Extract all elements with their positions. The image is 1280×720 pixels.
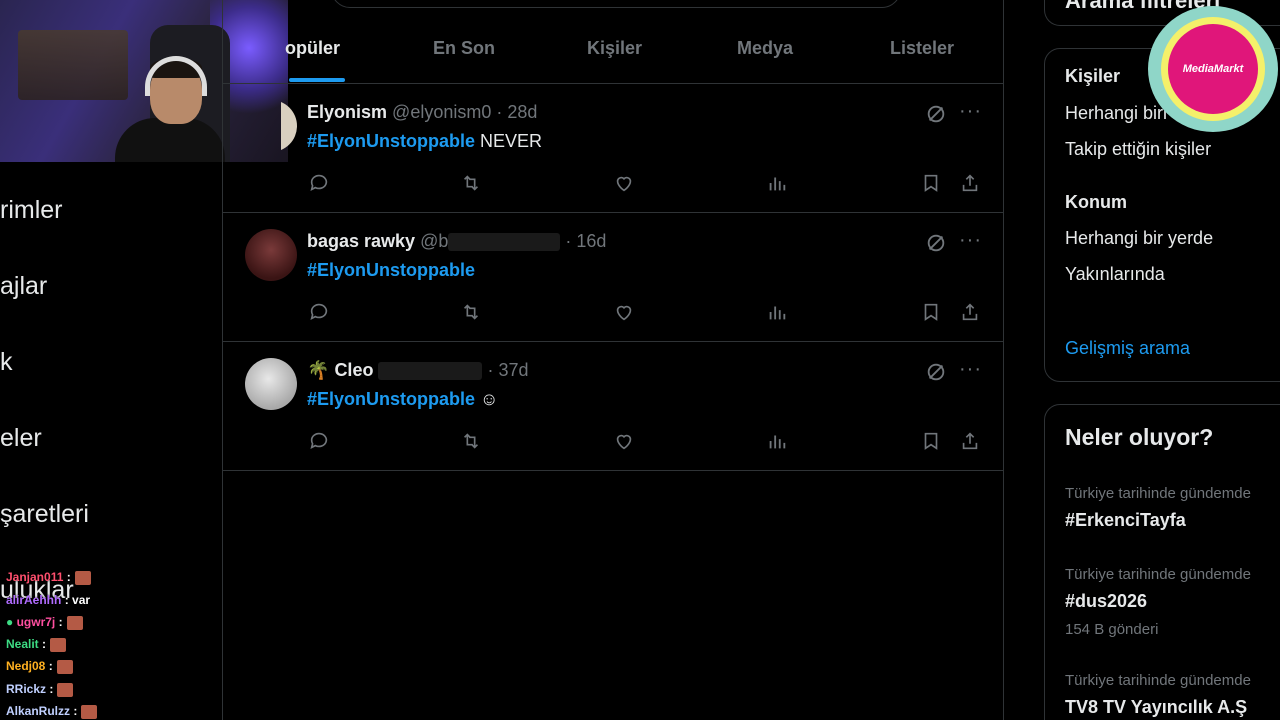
tweet-text: #ElyonUnstoppable xyxy=(307,260,475,281)
tab-medya[interactable]: Medya xyxy=(737,38,793,59)
more-icon[interactable]: ··· xyxy=(959,100,982,123)
avatar[interactable] xyxy=(281,100,297,152)
emote-icon xyxy=(66,615,83,630)
tab-en-son[interactable]: En Son xyxy=(433,38,495,59)
main-timeline: opüler En Son Kişiler Medya Listeler Ely… xyxy=(222,0,1004,720)
tab-listeler[interactable]: Listeler xyxy=(890,38,954,59)
background-shelf xyxy=(18,30,128,100)
author-handle[interactable]: @b xyxy=(420,231,448,251)
more-icon[interactable]: ··· xyxy=(959,229,982,252)
redacted-block xyxy=(378,362,483,381)
emote-icon xyxy=(81,704,98,719)
emote-icon xyxy=(74,570,91,585)
trend-meta: Türkiye tarihinde gündemde xyxy=(1065,485,1251,502)
tweet[interactable]: Elyonism @elyonism0 · 28d #ElyonUnstoppa… xyxy=(223,84,1003,213)
location-option-anywhere[interactable]: Herhangi bir yerde xyxy=(1065,228,1213,249)
retweet-icon[interactable] xyxy=(460,430,482,452)
chat-line: ● ugwr7j : xyxy=(6,615,83,630)
nav-item-bildirimler[interactable]: rimler xyxy=(0,196,63,225)
hashtag-link[interactable]: #ElyonUnstoppable xyxy=(307,389,475,409)
author-handle[interactable]: @elyonism0 xyxy=(392,102,491,122)
tweet-text: #ElyonUnstoppable NEVER xyxy=(307,131,543,151)
bookmark-icon[interactable] xyxy=(920,172,942,194)
tweet-text: #ElyonUnstoppable ☺ xyxy=(307,389,498,410)
emote-icon xyxy=(57,682,74,697)
author-name[interactable]: Cleo xyxy=(334,360,373,380)
like-icon[interactable] xyxy=(613,172,635,194)
views-icon[interactable] xyxy=(766,172,788,194)
nav-item-grok[interactable]: k xyxy=(0,348,13,377)
author-name[interactable]: bagas rawky xyxy=(307,231,415,251)
hashtag-link[interactable]: #ElyonUnstoppable xyxy=(307,131,475,151)
location-heading: Konum xyxy=(1065,192,1127,212)
trends-card: Neler oluyor? Türkiye tarihinde gündemde… xyxy=(1044,404,1280,720)
people-heading: Kişiler xyxy=(1065,66,1121,86)
chat-line: alirAehhh : var xyxy=(6,593,91,607)
people-option-following[interactable]: Takip ettiğin kişiler xyxy=(1065,139,1211,160)
share-icon[interactable] xyxy=(959,301,981,323)
views-icon[interactable] xyxy=(766,301,788,323)
trends-heading: Neler oluyor? xyxy=(1065,424,1214,450)
retweet-icon[interactable] xyxy=(460,172,482,194)
active-tab-indicator xyxy=(289,78,345,82)
share-icon[interactable] xyxy=(959,172,981,194)
tweet-header: Elyonism @elyonism0 · 28d xyxy=(307,102,537,123)
badge-icon: ● xyxy=(6,615,14,629)
location-option-nearby[interactable]: Yakınlarında xyxy=(1065,264,1165,285)
reply-icon[interactable] xyxy=(308,430,330,452)
tweet-time[interactable]: · 37d xyxy=(487,360,528,380)
logo-text: MediaMarkt xyxy=(1168,24,1258,114)
advanced-search-link[interactable]: Gelişmiş arama xyxy=(1065,338,1190,359)
grok-icon[interactable] xyxy=(925,232,947,254)
redacted-block xyxy=(448,233,561,252)
emote-icon xyxy=(50,637,67,652)
chat-line: RRickz : xyxy=(6,682,74,697)
bookmark-icon[interactable] xyxy=(920,301,942,323)
nav-item-listeler[interactable]: eler xyxy=(0,424,42,453)
trend-post-count: 154 B gönderi xyxy=(1065,621,1159,638)
tweet-header: 🌴 Cleo · 37d xyxy=(307,360,529,381)
blush-emoji: ☺ xyxy=(475,389,499,409)
trend-item[interactable]: #ErkenciTayfa xyxy=(1065,510,1186,531)
grok-icon[interactable] xyxy=(925,361,947,383)
search-tabs: opüler En Son Kişiler Medya Listeler xyxy=(223,0,1003,84)
trend-item[interactable]: TV8 TV Yayıncılık A.Ş xyxy=(1065,697,1247,718)
nav-item-yer-isaretleri[interactable]: şaretleri xyxy=(0,500,89,529)
people-option-anyone[interactable]: Herhangi biri xyxy=(1065,103,1167,124)
avatar[interactable] xyxy=(245,229,297,281)
nav-item-mesajlar[interactable]: ajlar xyxy=(0,272,47,301)
tweet-time[interactable]: · 16d xyxy=(565,231,606,251)
like-icon[interactable] xyxy=(613,301,635,323)
logo-ring: MediaMarkt xyxy=(1161,17,1265,121)
chat-line: Nealit : xyxy=(6,637,67,652)
trend-item[interactable]: #dus2026 xyxy=(1065,591,1147,612)
chat-line: Janjan011 : xyxy=(6,570,91,585)
trend-meta: Türkiye tarihinde gündemde xyxy=(1065,672,1251,689)
avatar[interactable] xyxy=(245,358,297,410)
views-icon[interactable] xyxy=(766,430,788,452)
tweet-time[interactable]: · 28d xyxy=(496,102,537,122)
bookmark-icon[interactable] xyxy=(920,430,942,452)
mediamarkt-logo: MediaMarkt xyxy=(1148,6,1278,132)
tab-kisiler[interactable]: Kişiler xyxy=(587,38,642,59)
tab-populer[interactable]: opüler xyxy=(285,38,340,59)
chat-line: Nedj08 : xyxy=(6,659,73,674)
reply-icon[interactable] xyxy=(308,301,330,323)
share-icon[interactable] xyxy=(959,430,981,452)
emote-icon xyxy=(56,659,73,674)
tweet[interactable]: 🌴 Cleo · 37d #ElyonUnstoppable ☺ ··· xyxy=(223,342,1003,471)
palm-emoji: 🌴 xyxy=(307,360,330,380)
chat-line: AlkanRulzz : xyxy=(6,704,98,719)
hashtag-link[interactable]: #ElyonUnstoppable xyxy=(307,260,475,280)
tweet[interactable]: bagas rawky @b · 16d #ElyonUnstoppable ·… xyxy=(223,213,1003,342)
grok-icon[interactable] xyxy=(925,103,947,125)
reply-icon[interactable] xyxy=(308,172,330,194)
more-icon[interactable]: ··· xyxy=(959,358,982,381)
retweet-icon[interactable] xyxy=(460,301,482,323)
tweet-header: bagas rawky @b · 16d xyxy=(307,231,606,252)
author-name[interactable]: Elyonism xyxy=(307,102,387,122)
trend-meta: Türkiye tarihinde gündemde xyxy=(1065,566,1251,583)
like-icon[interactable] xyxy=(613,430,635,452)
